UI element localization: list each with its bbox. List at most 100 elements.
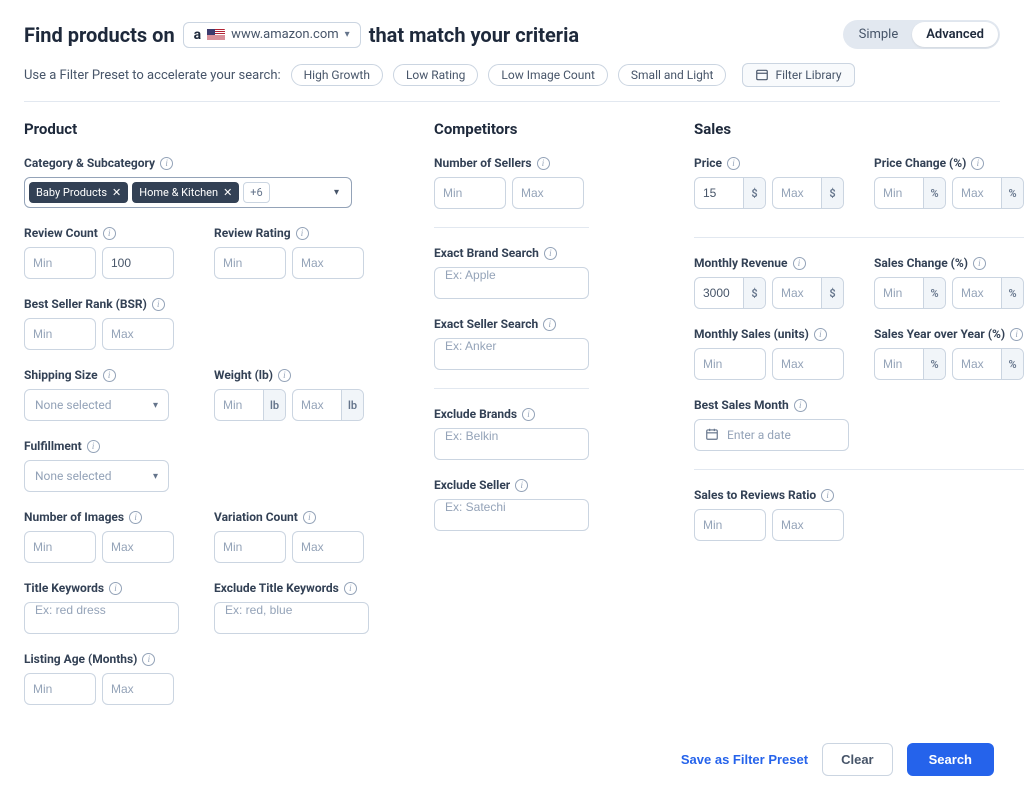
num-images-label: Number of Images	[24, 510, 124, 524]
price-change-min[interactable]: %	[874, 177, 946, 209]
info-icon[interactable]	[814, 328, 827, 341]
shipping-size-select[interactable]: None selected ▾	[24, 389, 169, 421]
listing-age-min[interactable]	[24, 673, 96, 705]
sales-reviews-max[interactable]	[772, 509, 844, 541]
info-icon[interactable]	[971, 157, 984, 170]
clear-button[interactable]: Clear	[822, 743, 893, 776]
monthly-revenue-label: Monthly Revenue	[694, 256, 788, 270]
info-icon[interactable]	[87, 440, 100, 453]
category-select[interactable]: Baby Products ✕ Home & Kitchen ✕ +6 ▾	[24, 177, 352, 208]
info-icon[interactable]	[303, 511, 316, 524]
info-icon[interactable]	[821, 489, 834, 502]
review-rating-max[interactable]	[292, 247, 364, 279]
review-count-max[interactable]	[102, 247, 174, 279]
preset-small-light[interactable]: Small and Light	[618, 64, 727, 86]
sales-change-min[interactable]: %	[874, 277, 946, 309]
info-icon[interactable]	[544, 247, 557, 260]
weight-max[interactable]: lb	[292, 389, 364, 421]
title-keywords-input[interactable]	[24, 602, 179, 634]
info-icon[interactable]	[794, 399, 807, 412]
monthly-sales-max[interactable]	[772, 348, 844, 380]
variation-count-min[interactable]	[214, 531, 286, 563]
info-icon[interactable]	[142, 653, 155, 666]
review-count-min[interactable]	[24, 247, 96, 279]
preset-intro: Use a Filter Preset to accelerate your s…	[24, 68, 281, 83]
preset-high-growth[interactable]: High Growth	[291, 64, 383, 86]
filter-library-button[interactable]: Filter Library	[742, 63, 854, 87]
sales-reviews-min[interactable]	[694, 509, 766, 541]
info-icon[interactable]	[537, 157, 550, 170]
exclude-brands-input[interactable]	[434, 428, 589, 460]
info-icon[interactable]	[103, 227, 116, 240]
category-tag: Baby Products ✕	[29, 182, 128, 203]
product-heading: Product	[24, 120, 374, 138]
domain-selector[interactable]: a www.amazon.com ▾	[183, 22, 361, 48]
info-icon[interactable]	[152, 298, 165, 311]
num-sellers-min[interactable]	[434, 177, 506, 209]
price-change-max[interactable]: %	[952, 177, 1024, 209]
info-icon[interactable]	[103, 369, 116, 382]
search-button[interactable]: Search	[907, 743, 994, 776]
competitors-heading: Competitors	[434, 120, 634, 138]
num-sellers-max[interactable]	[512, 177, 584, 209]
bsr-max[interactable]	[102, 318, 174, 350]
info-icon[interactable]	[543, 318, 556, 331]
info-icon[interactable]	[296, 227, 309, 240]
exclude-seller-label: Exclude Seller	[434, 478, 510, 492]
remove-tag-icon[interactable]: ✕	[112, 186, 121, 199]
listing-age-label: Listing Age (Months)	[24, 652, 137, 666]
info-icon[interactable]	[727, 157, 740, 170]
info-icon[interactable]	[973, 257, 986, 270]
lb-unit: lb	[263, 390, 285, 420]
price-max[interactable]: $	[772, 177, 844, 209]
sales-change-label: Sales Change (%)	[874, 256, 968, 270]
fulfillment-select[interactable]: None selected ▾	[24, 460, 169, 492]
info-icon[interactable]	[160, 157, 173, 170]
exact-brand-input[interactable]	[434, 267, 589, 299]
listing-age-max[interactable]	[102, 673, 174, 705]
info-icon[interactable]	[344, 582, 357, 595]
num-sellers-label: Number of Sellers	[434, 156, 532, 170]
chevron-down-icon: ▾	[153, 471, 158, 482]
mode-simple[interactable]: Simple	[845, 22, 913, 47]
fulfillment-label: Fulfillment	[24, 439, 82, 453]
remove-tag-icon[interactable]: ✕	[223, 186, 232, 199]
monthly-sales-min[interactable]	[694, 348, 766, 380]
weight-min[interactable]: lb	[214, 389, 286, 421]
sales-change-max[interactable]: %	[952, 277, 1024, 309]
variation-count-max[interactable]	[292, 531, 364, 563]
review-rating-min[interactable]	[214, 247, 286, 279]
dollar-unit: $	[821, 278, 843, 308]
dollar-unit: $	[743, 278, 765, 308]
monthly-revenue-max[interactable]: $	[772, 277, 844, 309]
us-flag-icon	[207, 29, 225, 41]
exact-seller-input[interactable]	[434, 338, 589, 370]
mode-advanced[interactable]: Advanced	[912, 22, 998, 47]
best-sales-month-label: Best Sales Month	[694, 398, 789, 412]
info-icon[interactable]	[109, 582, 122, 595]
exact-brand-label: Exact Brand Search	[434, 246, 539, 260]
yoy-max[interactable]: %	[952, 348, 1024, 380]
info-icon[interactable]	[129, 511, 142, 524]
preset-low-rating[interactable]: Low Rating	[393, 64, 478, 86]
num-images-min[interactable]	[24, 531, 96, 563]
category-more-count[interactable]: +6	[243, 182, 269, 203]
info-icon[interactable]	[1010, 328, 1023, 341]
info-icon[interactable]	[515, 479, 528, 492]
exclude-seller-input[interactable]	[434, 499, 589, 531]
info-icon[interactable]	[278, 369, 291, 382]
num-images-max[interactable]	[102, 531, 174, 563]
divider	[694, 469, 1024, 470]
info-icon[interactable]	[793, 257, 806, 270]
amazon-a-icon: a	[194, 27, 202, 43]
info-icon[interactable]	[522, 408, 535, 421]
monthly-revenue-min[interactable]: $	[694, 277, 766, 309]
calendar-icon	[705, 427, 719, 444]
exclude-title-keywords-input[interactable]	[214, 602, 369, 634]
yoy-min[interactable]: %	[874, 348, 946, 380]
price-min[interactable]: $	[694, 177, 766, 209]
best-sales-month-input[interactable]: Enter a date	[694, 419, 849, 451]
preset-low-image[interactable]: Low Image Count	[488, 64, 608, 86]
bsr-min[interactable]	[24, 318, 96, 350]
save-preset-button[interactable]: Save as Filter Preset	[681, 752, 808, 767]
